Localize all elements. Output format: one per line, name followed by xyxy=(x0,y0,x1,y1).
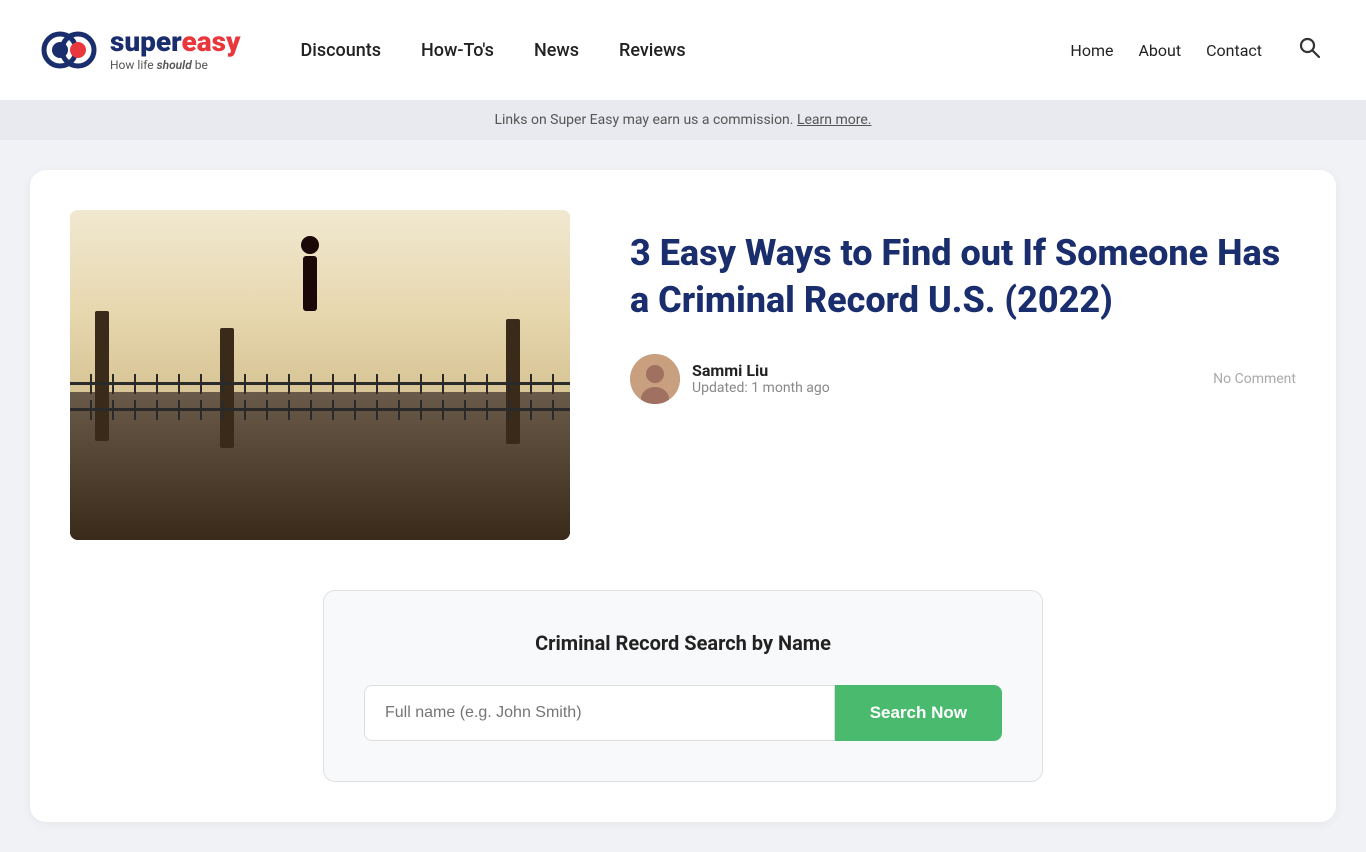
search-widget-title: Criminal Record Search by Name xyxy=(364,631,1002,655)
search-now-button[interactable]: Search Now xyxy=(835,685,1002,741)
article-image xyxy=(70,210,570,540)
commission-banner: Links on Super Easy may earn us a commis… xyxy=(0,100,1366,140)
article-content: 3 Easy Ways to Find out If Someone Has a… xyxy=(630,210,1296,404)
logo-tagline: How life should be xyxy=(110,58,241,72)
nav-news[interactable]: News xyxy=(534,40,579,61)
author-name: Sammi Liu xyxy=(692,361,830,380)
header-left: supereasy How life should be Discounts H… xyxy=(40,20,686,80)
nav-contact[interactable]: Contact xyxy=(1206,41,1262,60)
search-form: Search Now xyxy=(364,685,1002,741)
author-details: Sammi Liu Updated: 1 month ago xyxy=(692,361,830,396)
logo-icon xyxy=(40,20,100,80)
author-avatar xyxy=(630,354,680,404)
secondary-nav: Home About Contact xyxy=(1070,41,1262,60)
site-header: supereasy How life should be Discounts H… xyxy=(0,0,1366,100)
search-widget: Criminal Record Search by Name Search No… xyxy=(323,590,1043,782)
learn-more-link[interactable]: Learn more. xyxy=(797,112,872,128)
nav-home[interactable]: Home xyxy=(1070,41,1113,60)
logo-text: supereasy How life should be xyxy=(110,28,241,72)
nav-reviews[interactable]: Reviews xyxy=(619,40,686,61)
search-icon-button[interactable] xyxy=(1292,30,1326,70)
search-icon xyxy=(1297,35,1321,59)
nav-discounts[interactable]: Discounts xyxy=(301,40,382,61)
article-title: 3 Easy Ways to Find out If Someone Has a… xyxy=(630,230,1296,324)
author-info: Sammi Liu Updated: 1 month ago xyxy=(630,354,830,404)
nav-howtos[interactable]: How-To's xyxy=(421,40,494,61)
header-right: Home About Contact xyxy=(1070,30,1326,70)
main-nav: Discounts How-To's News Reviews xyxy=(301,40,686,61)
logo-brand: supereasy xyxy=(110,28,241,56)
updated-time: Updated: 1 month ago xyxy=(692,380,830,396)
search-input[interactable] xyxy=(364,685,835,741)
article-header: 3 Easy Ways to Find out If Someone Has a… xyxy=(70,210,1296,540)
logo[interactable]: supereasy How life should be xyxy=(40,20,241,80)
no-comment-label: No Comment xyxy=(1213,371,1296,387)
nav-about[interactable]: About xyxy=(1138,41,1181,60)
article-meta: Sammi Liu Updated: 1 month ago No Commen… xyxy=(630,354,1296,404)
main-content-card: 3 Easy Ways to Find out If Someone Has a… xyxy=(30,170,1336,822)
